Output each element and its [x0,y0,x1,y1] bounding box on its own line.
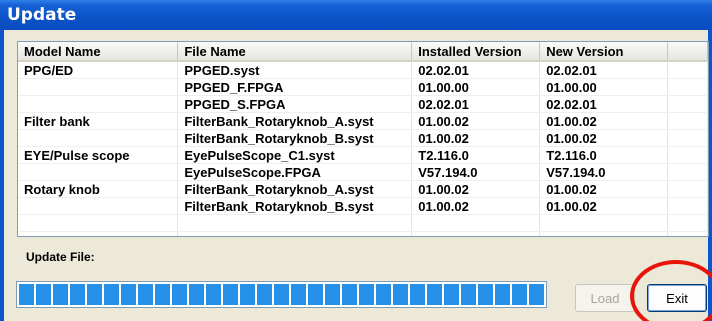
model-name-cell [18,197,179,215]
table-header-row: Model Name File Name Installed Version N… [18,42,708,62]
filler-cell [667,163,708,181]
new-version-cell: 01.00.00 [539,78,669,96]
installed-version-cell [411,214,541,232]
new-version-cell: V57.194.0 [539,163,669,181]
new-version-cell [539,214,669,232]
exit-button[interactable]: Exit [647,284,707,312]
load-button[interactable]: Load [575,284,635,312]
update-progress-bar [16,281,547,308]
model-name-cell [18,129,179,147]
new-version-cell: 01.00.02 [539,129,669,147]
file-name-cell: FilterBank_Rotaryknob_A.syst [177,180,413,198]
window-frame-left [0,30,4,321]
new-version-cell: T2.116.0 [539,146,669,164]
column-header-model-name[interactable]: Model Name [18,42,179,62]
model-name-cell [18,163,179,181]
installed-version-cell: 01.00.02 [411,180,541,198]
table-row[interactable]: PPGED_S.FPGA 02.02.01 02.02.01 [18,95,708,113]
table-row[interactable]: PPGED_F.FPGA 01.00.00 01.00.00 [18,78,708,96]
file-name-cell: FilterBank_Rotaryknob_B.syst [177,197,413,215]
column-header-new-version[interactable]: New Version [539,42,669,62]
filler-cell [667,197,708,215]
file-name-cell: EyePulseScope_C1.syst [177,146,413,164]
table-row[interactable]: FilterBank_Rotaryknob_B.syst 01.00.02 01.0… [18,197,708,215]
title-bar[interactable]: Update [0,0,712,30]
table-row[interactable] [18,214,708,232]
model-name-cell [18,95,179,113]
filler-cell [667,231,708,236]
table-row[interactable]: PPG/ED PPGED.syst 02.02.01 02.02.01 [18,61,708,79]
update-file-label: Update File: [26,250,95,264]
update-dialog: Update Model Name File Name Installed Ve… [0,0,712,321]
file-version-table[interactable]: Model Name File Name Installed Version N… [17,41,709,237]
installed-version-cell: 01.00.00 [411,78,541,96]
file-name-cell: PPGED.syst [177,61,413,79]
model-name-cell [18,231,179,236]
file-name-cell: FilterBank_Rotaryknob_B.syst [177,129,413,147]
model-name-cell: Filter bank [18,112,179,130]
table-row[interactable]: EYE/Pulse scope EyePulseScope_C1.syst T2.1… [18,146,708,164]
table-row[interactable]: FilterBank_Rotaryknob_B.syst 01.00.02 01.0… [18,129,708,147]
file-name-cell: PPGED_F.FPGA [177,78,413,96]
installed-version-cell [411,231,541,236]
installed-version-cell: T2.116.0 [411,146,541,164]
table-row[interactable]: Rotary knob FilterBank_Rotaryknob_A.syst 0… [18,180,708,198]
table-row[interactable] [18,231,708,236]
new-version-cell: 01.00.02 [539,197,669,215]
filler-cell [667,78,708,96]
table-row[interactable]: EyePulseScope.FPGA V57.194.0 V57.194.0 [18,163,708,181]
new-version-cell: 01.00.02 [539,180,669,198]
filler-cell [667,214,708,232]
model-name-cell: Rotary knob [18,180,179,198]
installed-version-cell: 01.00.02 [411,129,541,147]
filler-cell [667,95,708,113]
model-name-cell: PPG/ED [18,61,179,79]
installed-version-cell: V57.194.0 [411,163,541,181]
progress-fill [19,284,544,305]
model-name-cell [18,78,179,96]
filler-cell [667,146,708,164]
new-version-cell: 01.00.02 [539,112,669,130]
window-title: Update [7,5,77,25]
file-name-cell: FilterBank_Rotaryknob_A.syst [177,112,413,130]
column-header-installed-version[interactable]: Installed Version [411,42,541,62]
installed-version-cell: 01.00.02 [411,197,541,215]
filler-cell [667,180,708,198]
file-name-cell [177,231,413,236]
installed-version-cell: 02.02.01 [411,95,541,113]
column-header-filler [667,42,708,62]
column-header-file-name[interactable]: File Name [177,42,413,62]
table-row[interactable]: Filter bank FilterBank_Rotaryknob_A.syst 0… [18,112,708,130]
new-version-cell: 02.02.01 [539,95,669,113]
filler-cell [667,61,708,79]
installed-version-cell: 02.02.01 [411,61,541,79]
installed-version-cell: 01.00.02 [411,112,541,130]
model-name-cell: EYE/Pulse scope [18,146,179,164]
file-name-cell: EyePulseScope.FPGA [177,163,413,181]
model-name-cell [18,214,179,232]
filler-cell [667,112,708,130]
new-version-cell: 02.02.01 [539,61,669,79]
file-name-cell: PPGED_S.FPGA [177,95,413,113]
new-version-cell [539,231,669,236]
file-name-cell [177,214,413,232]
filler-cell [667,129,708,147]
